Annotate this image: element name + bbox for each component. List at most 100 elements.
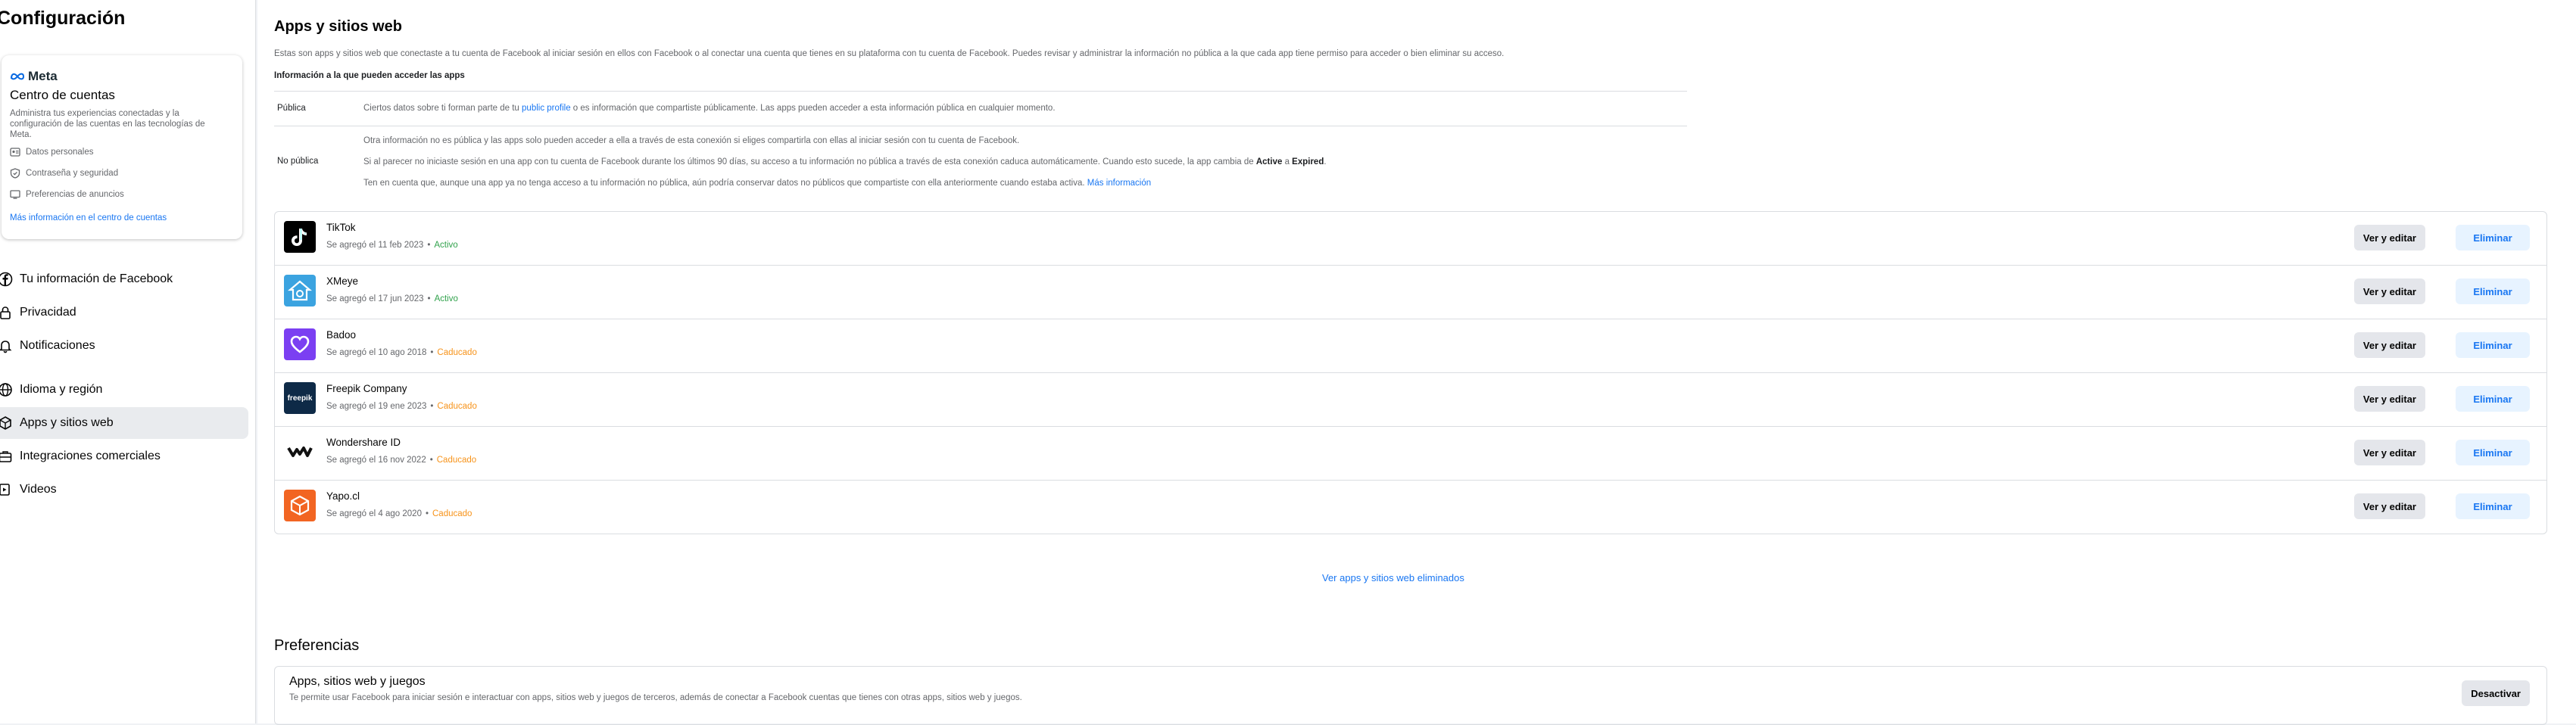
app-name: Wondershare ID bbox=[326, 437, 401, 448]
card-item-password-security[interactable]: Contraseña y seguridad bbox=[10, 168, 118, 179]
meta-logo: Meta bbox=[10, 69, 58, 84]
app-row-wondershare[interactable]: Wondershare ID Se agregó el 16 nov 2022 •… bbox=[275, 427, 2546, 481]
removed-apps-link[interactable]: Ver apps y sitios web eliminados bbox=[1322, 572, 1464, 583]
app-meta: Se agregó el 17 jun 2023 • Activo bbox=[326, 294, 458, 303]
preference-name: Apps, sitios web y juegos bbox=[289, 675, 426, 688]
nav-item-apps-websites[interactable]: Apps y sitios web bbox=[0, 407, 248, 439]
monitor-icon bbox=[10, 190, 20, 199]
app-row-freepik[interactable]: freepik Freepik Company Se agregó el 19 … bbox=[275, 373, 2546, 427]
preferences-title: Preferencias bbox=[274, 637, 360, 654]
app-added-date: Se agregó el 16 nov 2022 bbox=[326, 456, 426, 465]
preferences-box: Apps, sitios web y juegos Te permite usa… bbox=[274, 666, 2547, 725]
card-item-label: Contraseña y seguridad bbox=[26, 169, 119, 178]
view-edit-button[interactable]: Ver y editar bbox=[2353, 493, 2425, 519]
main-content: Apps y sitios web Estas son apps y sitio… bbox=[257, 0, 2576, 725]
id-card-icon bbox=[10, 148, 20, 157]
separator-dot: • bbox=[425, 509, 429, 518]
nav-item-language-region[interactable]: Idioma y región bbox=[0, 374, 248, 406]
meta-infinity-icon bbox=[11, 73, 25, 80]
text-segment: Ten en cuenta que, aunque una app ya no … bbox=[363, 179, 1087, 188]
apps-intro-text: Estas son apps y sitios web que conectas… bbox=[274, 49, 1505, 58]
accounts-center-description: Administra tus experiencias conectadas y… bbox=[10, 109, 205, 139]
accounts-center-title: Centro de cuentas bbox=[10, 88, 115, 102]
globe-icon bbox=[0, 381, 14, 398]
remove-button[interactable]: Eliminar bbox=[2456, 440, 2530, 465]
facebook-icon bbox=[0, 271, 14, 288]
accounts-center-more-link[interactable]: Más información en el centro de cuentas bbox=[10, 213, 167, 222]
cube-icon bbox=[0, 415, 14, 431]
info-text-nonpublic-1: Otra información no es pública y las app… bbox=[363, 136, 1020, 145]
info-label-nonpublic: No pública bbox=[277, 157, 319, 166]
app-meta: Se agregó el 10 ago 2018 • Caducado bbox=[326, 348, 477, 357]
info-access-table: Pública Ciertos datos sobre ti forman pa… bbox=[274, 91, 1687, 201]
text-segment: a bbox=[1282, 157, 1293, 166]
learn-more-link[interactable]: Más información bbox=[1087, 179, 1151, 188]
shield-icon bbox=[10, 168, 20, 179]
separator-dot: • bbox=[430, 348, 434, 357]
card-item-label: Datos personales bbox=[26, 148, 94, 157]
app-row-xmeye[interactable]: XMeye Se agregó el 17 jun 2023 • Activo Ve… bbox=[275, 266, 2546, 319]
separator-dot: • bbox=[429, 456, 433, 465]
card-item-personal-data[interactable]: Datos personales bbox=[10, 147, 94, 157]
text-segment: . bbox=[1324, 157, 1327, 166]
apps-list: TikTok Se agregó el 11 feb 2023 • Activo V… bbox=[274, 211, 2547, 534]
text-segment: o es información que compartiste pública… bbox=[570, 104, 1056, 113]
status-badge: Activo bbox=[434, 241, 458, 250]
nav-item-label: Privacidad bbox=[20, 306, 76, 319]
lock-icon bbox=[0, 304, 14, 321]
freepik-logo-text: freepik bbox=[287, 394, 313, 403]
xmeye-icon bbox=[284, 275, 316, 306]
status-badge: Caducado bbox=[437, 402, 477, 411]
app-meta: Se agregó el 4 ago 2020 • Caducado bbox=[326, 509, 472, 518]
app-added-date: Se agregó el 17 jun 2023 bbox=[326, 294, 424, 303]
nav-item-label: Apps y sitios web bbox=[20, 416, 114, 429]
status-badge: Caducado bbox=[432, 509, 472, 518]
app-name: TikTok bbox=[326, 222, 356, 233]
nav-item-business-integrations[interactable]: Integraciones comerciales bbox=[0, 440, 248, 472]
view-edit-button[interactable]: Ver y editar bbox=[2353, 225, 2425, 250]
freepik-icon: freepik bbox=[284, 382, 316, 414]
nav-item-notifications[interactable]: Notificaciones bbox=[0, 330, 248, 362]
info-row-nonpublic: No pública Otra información no es públic… bbox=[274, 126, 1687, 201]
view-edit-button[interactable]: Ver y editar bbox=[2353, 278, 2425, 304]
yapo-icon bbox=[284, 490, 316, 521]
app-meta: Se agregó el 11 feb 2023 • Activo bbox=[326, 241, 458, 250]
bell-icon bbox=[0, 338, 14, 354]
separator-dot: • bbox=[430, 402, 434, 411]
nav-item-privacy[interactable]: Privacidad bbox=[0, 297, 248, 328]
accounts-center-card[interactable]: Meta Centro de cuentas Administra tus ex… bbox=[2, 55, 242, 239]
nav-item-label: Videos bbox=[20, 483, 57, 496]
remove-button[interactable]: Eliminar bbox=[2456, 332, 2530, 358]
view-edit-button[interactable]: Ver y editar bbox=[2353, 440, 2425, 465]
info-label-public: Pública bbox=[277, 104, 306, 113]
preference-description: Te permite usar Facebook para iniciar se… bbox=[289, 693, 1022, 702]
status-badge: Caducado bbox=[436, 456, 477, 465]
info-text-nonpublic-3: Ten en cuenta que, aunque una app ya no … bbox=[363, 179, 1151, 188]
view-edit-button[interactable]: Ver y editar bbox=[2353, 386, 2425, 412]
settings-sidebar: Configuración Meta Centro de cuentas Adm… bbox=[0, 0, 256, 723]
app-name: Badoo bbox=[326, 329, 357, 341]
deactivate-button[interactable]: Desactivar bbox=[2462, 680, 2530, 706]
card-item-ad-preferences[interactable]: Preferencias de anuncios bbox=[10, 189, 124, 200]
info-text-public: Ciertos datos sobre ti forman parte de t… bbox=[363, 104, 1056, 113]
app-row-tiktok[interactable]: TikTok Se agregó el 11 feb 2023 • Activo V… bbox=[275, 212, 2546, 266]
active-term: Active bbox=[1255, 157, 1283, 166]
status-badge: Caducado bbox=[437, 348, 477, 357]
video-icon bbox=[0, 481, 14, 498]
remove-button[interactable]: Eliminar bbox=[2456, 225, 2530, 250]
app-row-badoo[interactable]: Badoo Se agregó el 10 ago 2018 • Caducado … bbox=[275, 319, 2546, 373]
view-edit-button[interactable]: Ver y editar bbox=[2353, 332, 2425, 358]
app-row-yapo[interactable]: Yapo.cl Se agregó el 4 ago 2020 • Caducado… bbox=[275, 481, 2546, 534]
badoo-icon bbox=[284, 328, 316, 360]
app-meta: Se agregó el 19 ene 2023 • Caducado bbox=[326, 402, 477, 411]
nav-item-facebook-info[interactable]: Tu información de Facebook bbox=[0, 263, 248, 295]
remove-button[interactable]: Eliminar bbox=[2456, 278, 2530, 304]
nav-item-videos[interactable]: Videos bbox=[0, 474, 248, 506]
app-added-date: Se agregó el 10 ago 2018 bbox=[326, 348, 427, 357]
wondershare-icon bbox=[284, 436, 316, 468]
remove-button[interactable]: Eliminar bbox=[2456, 386, 2530, 412]
app-added-date: Se agregó el 4 ago 2020 bbox=[326, 509, 422, 518]
remove-button[interactable]: Eliminar bbox=[2456, 493, 2530, 519]
public-profile-link[interactable]: public profile bbox=[522, 104, 571, 113]
briefcase-icon bbox=[0, 448, 14, 465]
